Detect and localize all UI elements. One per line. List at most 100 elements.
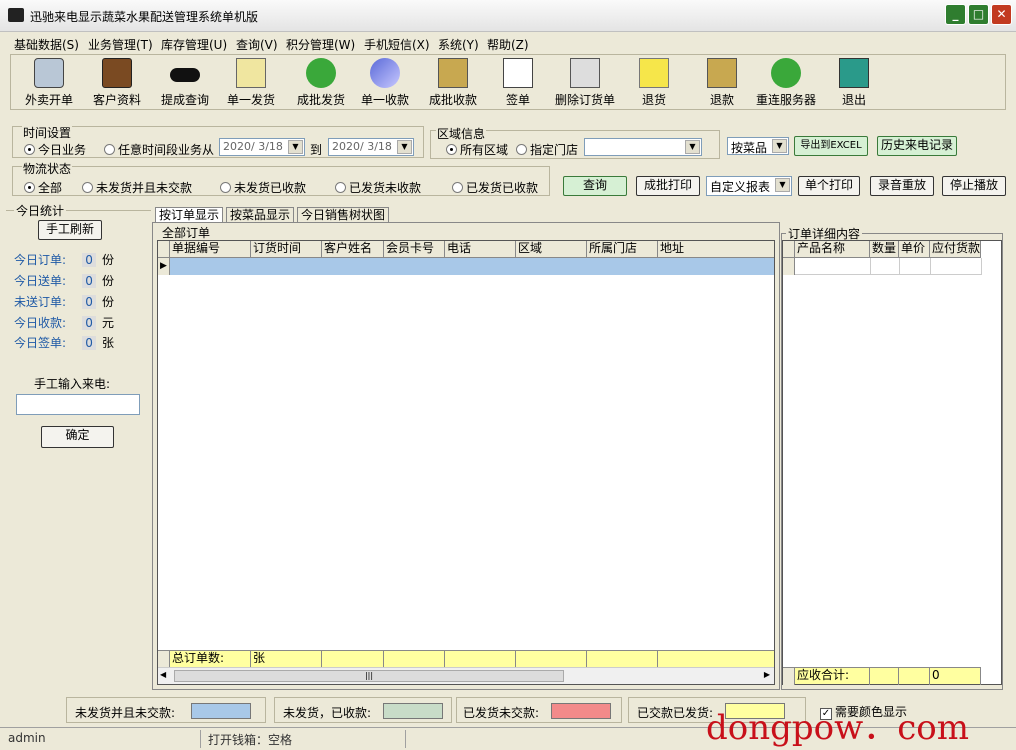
menu-system[interactable]: 系统(Y) <box>438 36 479 53</box>
batch-print-button[interactable]: 成批打印 <box>636 176 700 196</box>
phone-icon <box>34 58 64 88</box>
column-header[interactable]: 地址 <box>658 241 774 257</box>
close-button[interactable]: ✕ <box>991 4 1012 25</box>
chevron-down-icon: ▼ <box>397 140 412 154</box>
color-swatch <box>383 703 443 719</box>
date-to-picker[interactable]: 2020/ 3/18 ▼ <box>328 138 414 156</box>
manual-phone-input[interactable] <box>16 394 140 415</box>
history-calls-button[interactable]: 历史来电记录 <box>877 136 957 156</box>
to-label: 到 <box>310 143 323 157</box>
return-goods-button[interactable]: 退货 <box>629 58 679 108</box>
single-receipt-button[interactable]: 单一收款 <box>357 58 413 108</box>
custom-report-select[interactable]: 自定义报表 ▼ <box>706 176 792 196</box>
table-row[interactable]: ▶ <box>158 258 774 275</box>
shipped-unpaid-radio[interactable]: 已发货未收款 <box>335 179 421 196</box>
cd-icon <box>370 58 400 88</box>
details-footer: 应收合计: 0 <box>783 667 981 685</box>
all-regions-radio[interactable]: 所有区域 <box>446 141 508 158</box>
scroll-right-icon[interactable]: ▶ <box>764 670 770 679</box>
row-pointer-icon: ▶ <box>158 258 170 275</box>
all-status-radio[interactable]: 全部 <box>24 179 62 196</box>
shipped-paid-radio[interactable]: 已发货已收款 <box>452 179 538 196</box>
export-excel-button[interactable]: 导出到EXCEL <box>794 136 868 156</box>
watermark: dongpow．com <box>706 708 969 748</box>
refund-button[interactable]: 退款 <box>697 58 747 108</box>
not-shipped-unpaid-radio[interactable]: 未发货并且未交款 <box>82 179 192 196</box>
table-row[interactable] <box>783 258 982 275</box>
menu-sms[interactable]: 手机短信(X) <box>364 36 430 53</box>
region-label: 区域信息 <box>436 125 487 142</box>
query-button[interactable]: 查询 <box>563 176 627 196</box>
tab-by-dish[interactable]: 按菜品显示 <box>226 207 295 223</box>
stat-today-receipts: 今日收款: 0 元 <box>14 316 115 330</box>
orders-grid[interactable]: 单据编号 订货时间 客户姓名 会员卡号 电话 区域 所属门店 地址 ▶ 总订单数… <box>157 240 775 685</box>
replay-recording-button[interactable]: 录音重放 <box>870 176 934 196</box>
chevron-down-icon: ▼ <box>772 139 787 153</box>
menu-bar: 基础数据(S) 业务管理(T) 库存管理(U) 查询(V) 积分管理(W) 手机… <box>0 33 1016 53</box>
legend-shipped-unpaid: 已发货未交款: <box>456 697 622 723</box>
status-user: admin <box>8 731 46 745</box>
reconnect-server-button[interactable]: 重连服务器 <box>753 58 819 108</box>
not-shipped-paid-radio[interactable]: 未发货已收款 <box>220 179 306 196</box>
details-grid[interactable]: 产品名称 数量 单价 应付货款 应收合计: 0 <box>782 240 1002 685</box>
column-header[interactable]: 单价 <box>899 241 930 257</box>
single-ship-button[interactable]: 单一发货 <box>223 58 279 108</box>
tab-sales-tree[interactable]: 今日销售树状图 <box>297 207 390 223</box>
date-from-picker[interactable]: 2020/ 3/18 ▼ <box>219 138 305 156</box>
scroll-left-icon[interactable]: ◀ <box>160 670 166 679</box>
menu-points[interactable]: 积分管理(W) <box>286 36 355 53</box>
minimize-button[interactable]: _ <box>945 4 966 25</box>
stat-today-signed: 今日签单: 0 张 <box>14 336 115 350</box>
by-dish-select[interactable]: 按菜品 ▼ <box>727 137 789 155</box>
scroll-thumb[interactable]: ||| <box>174 670 564 682</box>
column-header[interactable]: 单据编号 <box>170 241 251 257</box>
stat-today-delivered: 今日送单: 0 份 <box>14 274 115 288</box>
tv-icon <box>102 58 132 88</box>
column-header[interactable]: 产品名称 <box>795 241 870 257</box>
column-header[interactable]: 电话 <box>445 241 516 257</box>
recycle-icon <box>771 58 801 88</box>
window-title: 迅驰来电显示蔬菜水果配送管理系统单机版 <box>30 10 259 24</box>
batch-ship-button[interactable]: 成批发货 <box>291 58 351 108</box>
column-header[interactable]: 应付货款 <box>930 241 981 257</box>
tab-by-order[interactable]: 按订单显示 <box>155 207 224 223</box>
shredder-icon <box>570 58 600 88</box>
delete-order-button[interactable]: 删除订货单 <box>553 58 617 108</box>
column-header[interactable]: 区域 <box>516 241 587 257</box>
horizontal-scrollbar[interactable]: ◀ ||| ▶ <box>158 667 774 684</box>
commission-query-button[interactable]: 提成查询 <box>155 58 215 108</box>
receivable-total-label: 应收合计: <box>795 668 870 685</box>
menu-basic-data[interactable]: 基础数据(S) <box>14 36 79 53</box>
stop-playback-button[interactable]: 停止播放 <box>942 176 1006 196</box>
column-header[interactable]: 订货时间 <box>251 241 322 257</box>
any-period-radio[interactable]: 任意时间段业务从 <box>104 141 214 158</box>
money-icon <box>438 58 468 88</box>
takeout-order-button[interactable]: 外卖开单 <box>21 58 77 108</box>
single-print-button[interactable]: 单个打印 <box>798 176 860 196</box>
menu-inventory[interactable]: 库存管理(U) <box>161 36 227 53</box>
specific-store-radio[interactable]: 指定门店 <box>516 141 578 158</box>
menu-help[interactable]: 帮助(Z) <box>487 36 529 53</box>
today-business-radio[interactable]: 今日业务 <box>24 141 86 158</box>
confirm-button[interactable]: 确定 <box>41 426 114 448</box>
stat-undelivered: 未送订单: 0 份 <box>14 295 115 309</box>
customer-info-button[interactable]: 客户资料 <box>87 58 147 108</box>
sign-bill-button[interactable]: 签单 <box>493 58 543 108</box>
manual-input-label: 手工输入来电: <box>34 377 111 391</box>
exit-button[interactable]: 退出 <box>829 58 879 108</box>
menu-business[interactable]: 业务管理(T) <box>88 36 153 53</box>
status-cashbox: 打开钱箱：空格 <box>208 733 293 747</box>
column-header[interactable]: 客户姓名 <box>322 241 384 257</box>
column-header[interactable]: 会员卡号 <box>384 241 445 257</box>
column-header[interactable]: 所属门店 <box>587 241 658 257</box>
toolbar: 外卖开单 客户资料 提成查询 单一发货 成批发货 单一收款 成批收款 签单 删除… <box>10 54 1006 110</box>
maximize-button[interactable]: □ <box>968 4 989 25</box>
menu-query[interactable]: 查询(V) <box>236 36 278 53</box>
batch-receipt-button[interactable]: 成批收款 <box>425 58 481 108</box>
chevron-down-icon: ▼ <box>288 140 303 154</box>
title-bar: 迅驰来电显示蔬菜水果配送管理系统单机版 _ □ ✕ <box>0 0 1016 32</box>
manual-refresh-button[interactable]: 手工刷新 <box>38 220 102 240</box>
column-header[interactable]: 数量 <box>870 241 899 257</box>
orders-footer: 总订单数: 张 <box>158 650 774 668</box>
store-select[interactable]: ▼ <box>584 138 702 156</box>
